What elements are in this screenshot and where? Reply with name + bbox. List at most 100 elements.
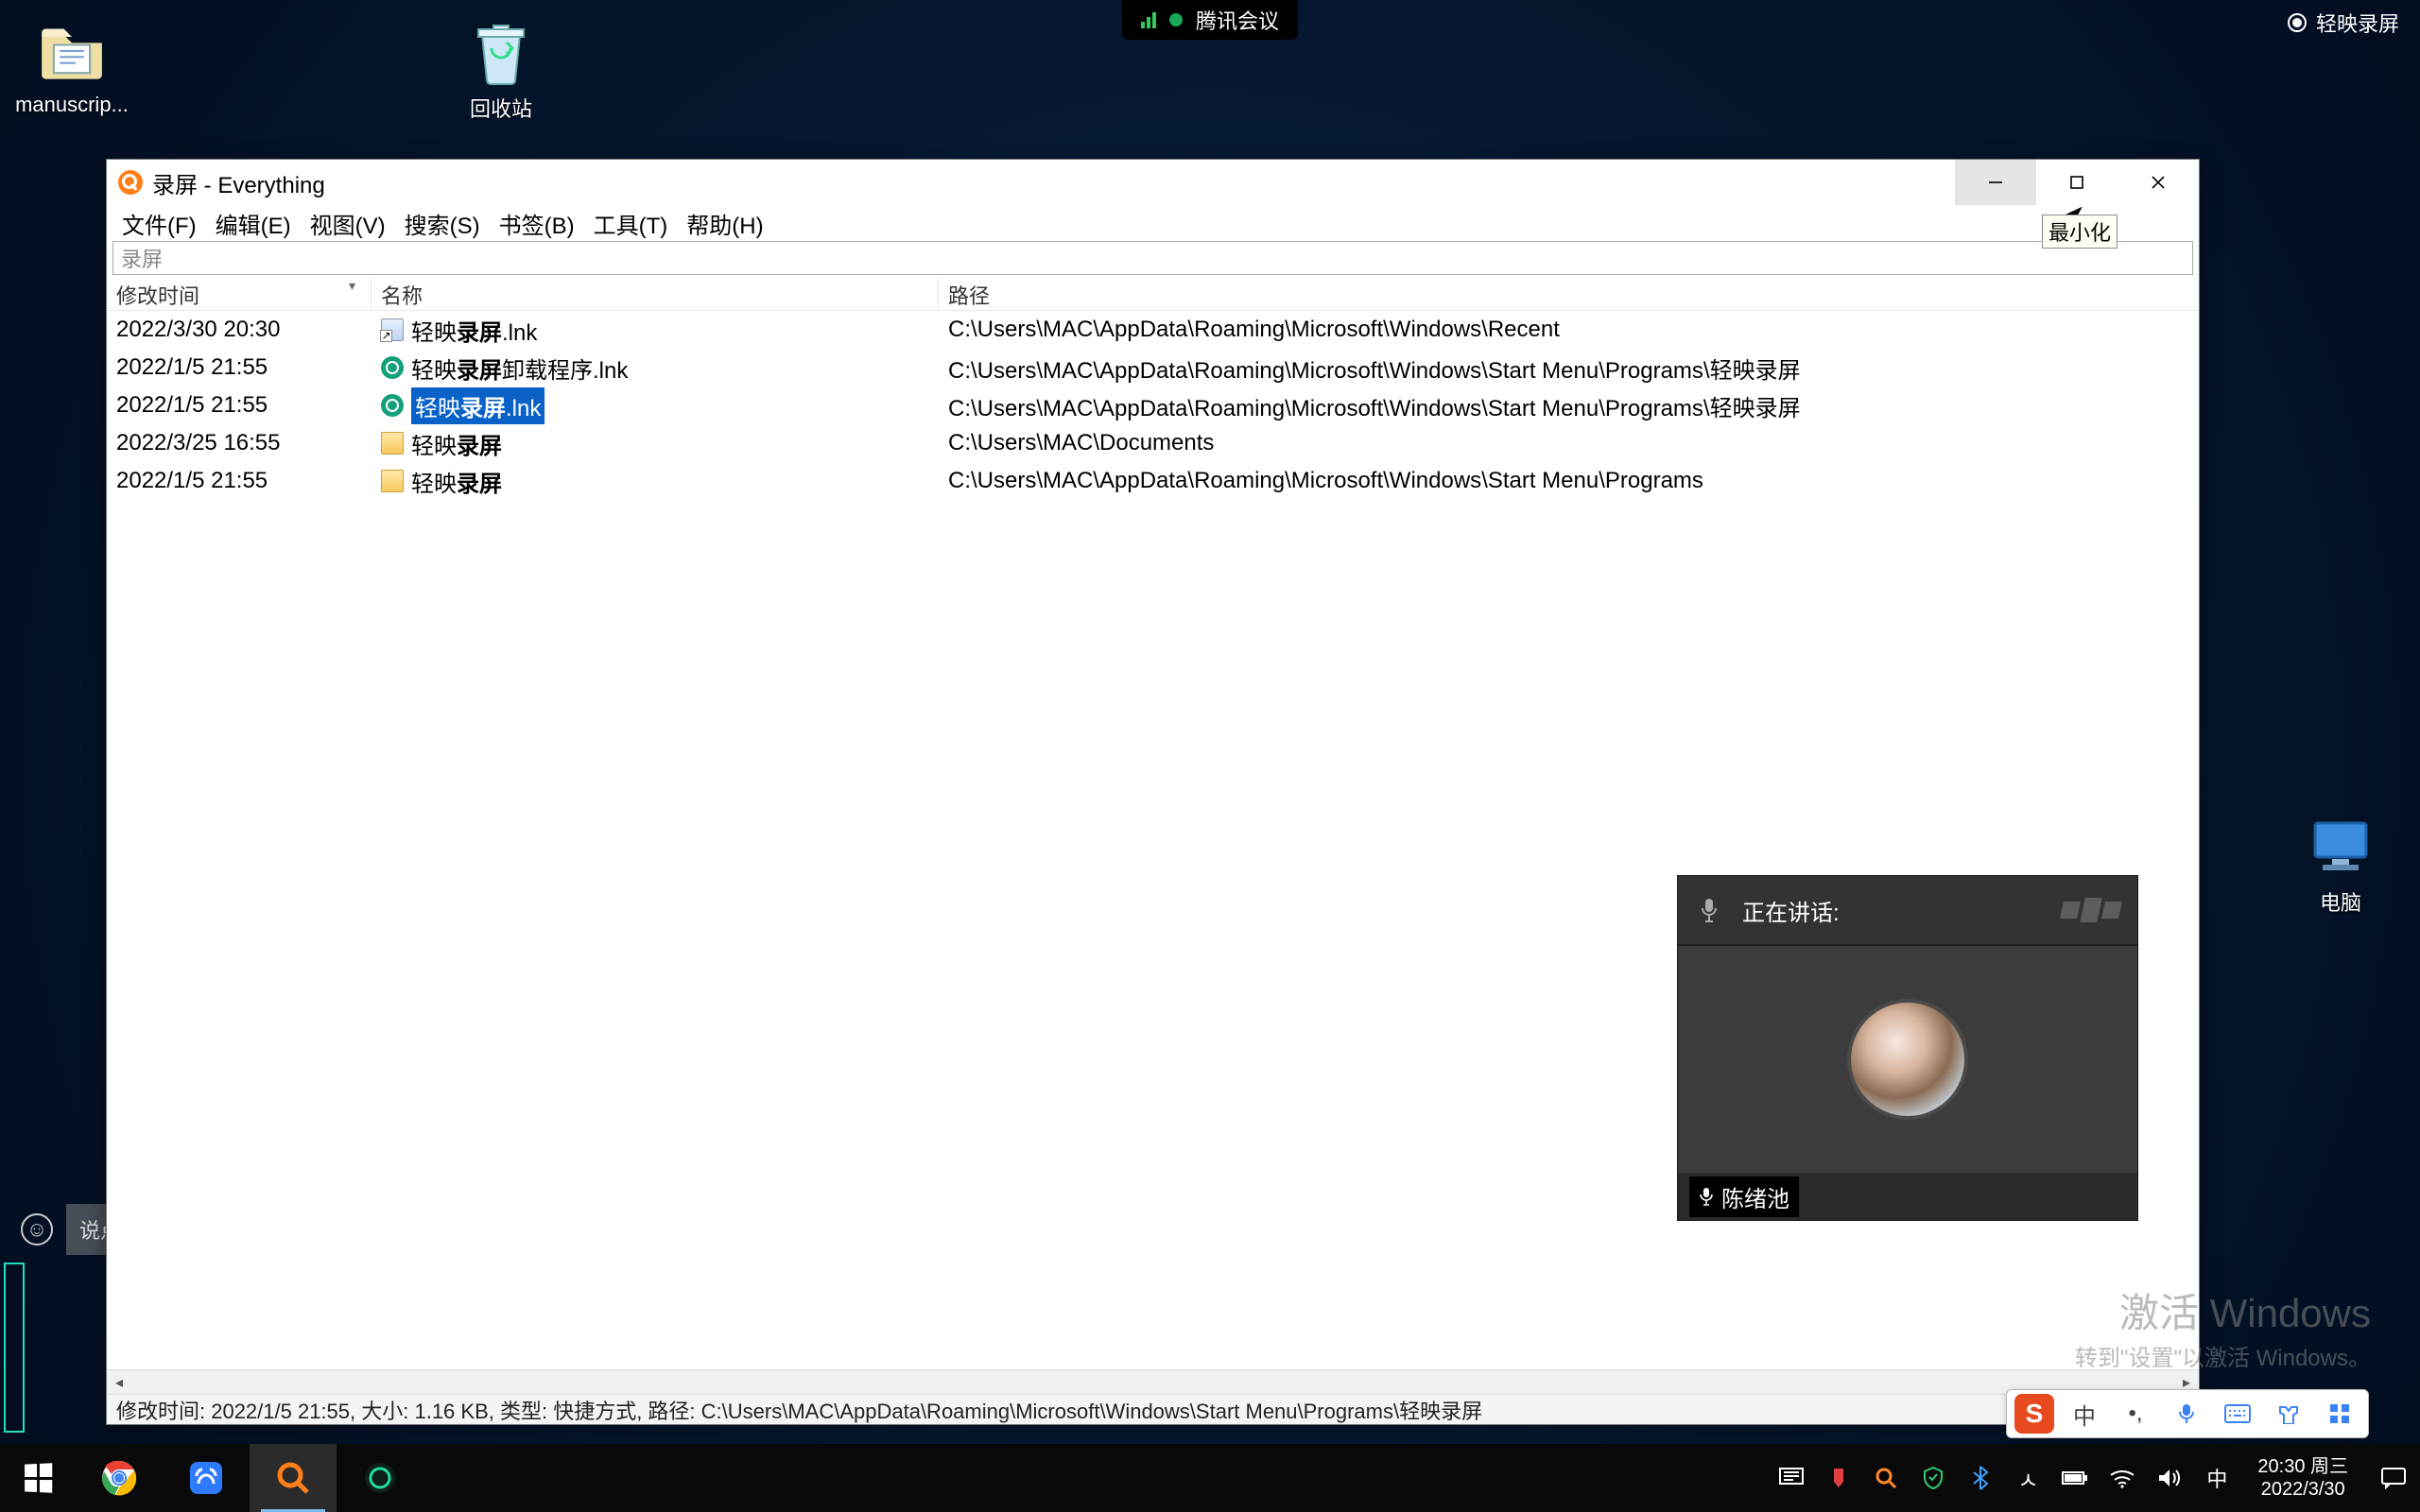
tray-volume-icon[interactable]: [2148, 1444, 2191, 1512]
menu-bar: 文件(F) 编辑(E) 视图(V) 搜索(S) 书签(B) 工具(T) 帮助(H…: [107, 205, 2199, 241]
ime-voice-icon[interactable]: [2166, 1395, 2207, 1433]
recording-dot-icon: [1169, 13, 1183, 26]
result-row[interactable]: 2022/3/30 20:30轻映录屏.lnkC:\Users\MAC\AppD…: [107, 311, 2199, 349]
cell-name: 轻映录屏.lnk: [372, 314, 939, 347]
sogou-ime-icon[interactable]: S: [2014, 1394, 2054, 1434]
scroll-left-icon[interactable]: ◂: [107, 1370, 131, 1394]
taskbar-everything[interactable]: [250, 1444, 337, 1512]
everything-app-icon: [118, 170, 143, 195]
column-date-modified[interactable]: 修改时间▾: [107, 279, 372, 310]
title-bar[interactable]: 录屏 - Everything: [107, 160, 2199, 205]
ime-skin-icon[interactable]: [2268, 1395, 2309, 1433]
column-headers: 修改时间▾ 名称 路径: [107, 279, 2199, 311]
video-header: 正在讲话:: [1678, 876, 2137, 946]
audio-wave-icon: [2062, 898, 2120, 922]
folder-icon: [381, 470, 404, 492]
ime-toolbar[interactable]: S 中 •,: [2006, 1389, 2369, 1438]
screen-recorder-badge[interactable]: 轻映录屏: [2288, 8, 2399, 38]
menu-help[interactable]: 帮助(H): [679, 203, 770, 244]
tray-ime-lang[interactable]: 中: [2195, 1444, 2238, 1512]
microphone-icon[interactable]: [1695, 896, 1723, 924]
taskbar-clock[interactable]: 20:30 周三 2022/3/30: [2242, 1455, 2363, 1501]
speaking-label: 正在讲话:: [1742, 894, 1840, 927]
ime-lang-toggle[interactable]: 中: [2064, 1395, 2105, 1433]
taskbar-tencent-meeting[interactable]: [163, 1444, 250, 1512]
participant-avatar: [1847, 999, 1968, 1120]
desktop-icon-recycle-bin[interactable]: 回收站: [435, 19, 567, 123]
search-input[interactable]: [113, 242, 2192, 274]
cell-date: 2022/1/5 21:55: [107, 354, 372, 381]
ime-toolbox-icon[interactable]: [2319, 1395, 2360, 1433]
tray-overflow-icon[interactable]: ㅅ: [2006, 1444, 2049, 1512]
menu-search[interactable]: 搜索(S): [397, 203, 488, 244]
ime-punct-icon[interactable]: •,: [2115, 1395, 2156, 1433]
cell-date: 2022/3/30 20:30: [107, 317, 372, 343]
desktop-icon-this-pc[interactable]: 电脑: [2274, 813, 2407, 917]
tray-bluetooth-icon[interactable]: [1959, 1444, 2002, 1512]
app-icon: [381, 394, 404, 417]
desktop-icon-label: 回收站: [470, 93, 532, 123]
video-meeting-panel[interactable]: 正在讲话: 陈绪池: [1677, 875, 2138, 1221]
tray-task-view-icon[interactable]: [1770, 1444, 1813, 1512]
desktop-icon-label: 电脑: [2320, 886, 2361, 917]
meeting-top-bar[interactable]: 腾讯会议: [1122, 0, 1298, 40]
cell-name: 轻映录屏.lnk: [372, 387, 939, 424]
cell-path: C:\Users\MAC\AppData\Roaming\Microsoft\W…: [939, 317, 2199, 343]
recycle-bin-icon: [467, 19, 535, 87]
emoji-icon[interactable]: ☺: [21, 1213, 53, 1246]
status-bar: 修改时间: 2022/1/5 21:55, 大小: 1.16 KB, 类型: 快…: [107, 1394, 2199, 1424]
column-name[interactable]: 名称: [372, 279, 939, 310]
menu-bookmarks[interactable]: 书签(B): [492, 203, 582, 244]
taskbar-recorder-app[interactable]: [337, 1444, 424, 1512]
sort-desc-icon: ▾: [349, 278, 355, 294]
performance-gauge: [4, 1263, 25, 1433]
taskbar-chrome[interactable]: [76, 1444, 163, 1512]
minimize-button[interactable]: [1955, 160, 2036, 205]
desktop-icon-manuscript[interactable]: manuscrip...: [6, 19, 138, 117]
computer-icon: [2307, 813, 2375, 881]
maximize-button[interactable]: [2036, 160, 2118, 205]
result-row[interactable]: 2022/1/5 21:55轻映录屏.lnkC:\Users\MAC\AppDa…: [107, 387, 2199, 424]
result-row[interactable]: 2022/1/5 21:55轻映录屏C:\Users\MAC\AppData\R…: [107, 462, 2199, 500]
close-button[interactable]: [2118, 160, 2199, 205]
tray-power-icon[interactable]: [2053, 1444, 2097, 1512]
recorder-label: 轻映录屏: [2316, 8, 2399, 38]
window-title: 录屏 - Everything: [152, 166, 325, 199]
windows-logo-icon: [25, 1463, 52, 1492]
menu-view[interactable]: 视图(V): [302, 203, 393, 244]
search-box: [112, 241, 2193, 275]
participant-name-badge: 陈绪池: [1689, 1177, 1799, 1217]
cell-path: C:\Users\MAC\AppData\Roaming\Microsoft\W…: [939, 468, 2199, 494]
cell-name: 轻映录屏卸载程序.lnk: [372, 352, 939, 385]
scroll-track[interactable]: [131, 1370, 2174, 1394]
menu-file[interactable]: 文件(F): [114, 203, 204, 244]
everything-window: 录屏 - Everything ➤ 最小化 文件(F) 编辑(E) 视图(V) …: [106, 159, 2200, 1425]
menu-tools[interactable]: 工具(T): [586, 203, 676, 244]
action-center-button[interactable]: [2367, 1467, 2420, 1489]
tray-security-icon[interactable]: [1911, 1444, 1955, 1512]
result-row[interactable]: 2022/3/25 16:55轻映录屏C:\Users\MAC\Document…: [107, 424, 2199, 462]
ime-keyboard-icon[interactable]: [2217, 1395, 2258, 1433]
cell-path: C:\Users\MAC\AppData\Roaming\Microsoft\W…: [939, 352, 2199, 385]
activation-watermark: 激活 Windows 转到"设置"以激活 Windows。: [2075, 1281, 2371, 1372]
shortcut-icon: [381, 318, 404, 341]
column-path[interactable]: 路径: [939, 279, 2199, 310]
folder-icon: [381, 432, 404, 455]
cell-path: C:\Users\MAC\AppData\Roaming\Microsoft\W…: [939, 389, 2199, 422]
tray-search-icon[interactable]: [1864, 1444, 1908, 1512]
cell-name: 轻映录屏: [372, 465, 939, 498]
start-button[interactable]: [0, 1444, 76, 1512]
cell-name: 轻映录屏: [372, 427, 939, 460]
horizontal-scrollbar[interactable]: ◂ ▸: [107, 1369, 2199, 1394]
video-body: [1678, 946, 2137, 1173]
cell-date: 2022/1/5 21:55: [107, 392, 372, 419]
cell-date: 2022/3/25 16:55: [107, 430, 372, 456]
menu-edit[interactable]: 编辑(E): [208, 203, 299, 244]
minimize-tooltip: 最小化: [2042, 215, 2118, 249]
app-icon: [381, 356, 404, 379]
system-tray: ㅅ 中 20:30 周三 2022/3/30: [1770, 1444, 2420, 1512]
result-row[interactable]: 2022/1/5 21:55轻映录屏卸载程序.lnkC:\Users\MAC\A…: [107, 349, 2199, 387]
tray-wifi-icon[interactable]: [2100, 1444, 2144, 1512]
cell-path: C:\Users\MAC\Documents: [939, 430, 2199, 456]
tray-recorder-icon[interactable]: [1817, 1444, 1860, 1512]
